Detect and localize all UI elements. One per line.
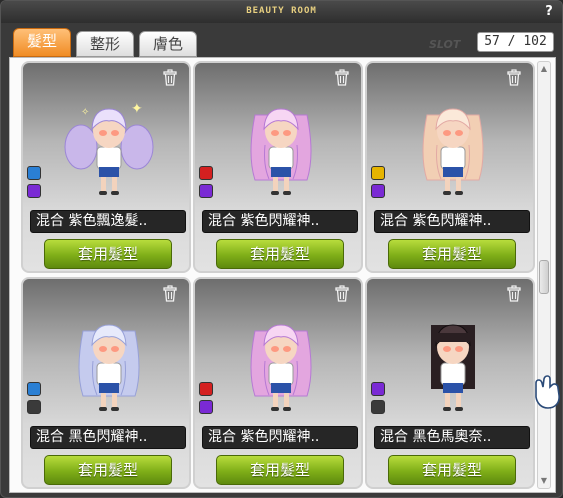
apply-hairstyle-button[interactable]: 套用髮型 [388,455,516,485]
hairstyle-name: 混合 紫色閃耀神.. [374,210,530,233]
trash-icon[interactable] [163,69,177,86]
apply-hairstyle-button[interactable]: 套用髮型 [216,239,344,269]
hairstyle-name: 混合 紫色飄逸髮.. [30,210,186,233]
window-title: BEAUTY ROOM [246,6,317,16]
character-preview [250,324,312,411]
hairstyle-card[interactable]: 混合 紫色閃耀神.. 套用髮型 [365,61,535,273]
apply-hairstyle-button[interactable]: 套用髮型 [44,239,172,269]
tab-bar: 髮型 整形 膚色 SLOT 57 / 102 [9,23,556,57]
trash-icon[interactable] [335,285,349,302]
svg-text:✧: ✧ [81,107,89,118]
trash-icon[interactable] [507,285,521,302]
hairstyle-list: ✦ ✧ 混合 紫色飄逸髮.. 套用髮型 混合 紫色閃耀神.. 套用髮型 混合 紫… [9,57,556,493]
color-swatch[interactable] [371,382,385,396]
character-preview [250,108,312,195]
color-swatch[interactable] [371,400,385,414]
color-swatch[interactable] [371,184,385,198]
trash-icon[interactable] [335,69,349,86]
scroll-thumb[interactable] [539,260,549,294]
color-swatch[interactable] [27,166,41,180]
color-swatch[interactable] [371,166,385,180]
color-swatch[interactable] [199,382,213,396]
card-grid: ✦ ✧ 混合 紫色飄逸髮.. 套用髮型 混合 紫色閃耀神.. 套用髮型 混合 紫… [21,61,543,491]
apply-hairstyle-button[interactable]: 套用髮型 [388,239,516,269]
hairstyle-card[interactable]: 混合 黑色馬奧奈.. 套用髮型 [365,277,535,489]
hairstyle-name: 混合 黑色閃耀神.. [30,426,186,449]
hairstyle-card[interactable]: 混合 紫色閃耀神.. 套用髮型 [193,61,363,273]
character-preview [78,324,140,411]
character-preview [422,108,484,195]
trash-icon[interactable] [507,69,521,86]
trash-icon[interactable] [163,285,177,302]
color-swatch[interactable] [27,400,41,414]
hairstyle-card[interactable]: 混合 紫色閃耀神.. 套用髮型 [193,277,363,489]
color-swatch[interactable] [27,184,41,198]
title-bar[interactable]: BEAUTY ROOM ? [1,1,562,23]
color-swatch[interactable] [199,166,213,180]
apply-hairstyle-button[interactable]: 套用髮型 [216,455,344,485]
pointer-hand-icon [535,375,560,409]
character-preview: ✦ ✧ [64,101,154,195]
hairstyle-card[interactable]: ✦ ✧ 混合 紫色飄逸髮.. 套用髮型 [21,61,191,273]
color-swatch[interactable] [199,400,213,414]
beauty-room-window: BEAUTY ROOM ? 髮型 整形 膚色 SLOT 57 / 102 ✦ ✧… [0,0,563,498]
tab-hairstyle[interactable]: 髮型 [13,28,71,57]
slot-label: SLOT [429,38,461,51]
hairstyle-name: 混合 黑色馬奧奈.. [374,426,530,449]
hairstyle-card[interactable]: 混合 黑色閃耀神.. 套用髮型 [21,277,191,489]
apply-hairstyle-button[interactable]: 套用髮型 [44,455,172,485]
tab-face[interactable]: 整形 [76,31,134,57]
color-swatch[interactable] [199,184,213,198]
help-button[interactable]: ? [542,4,556,20]
hairstyle-name: 混合 紫色閃耀神.. [202,426,358,449]
color-swatch[interactable] [27,382,41,396]
hairstyle-name: 混合 紫色閃耀神.. [202,210,358,233]
character-preview [431,324,475,411]
slot-count: 57 / 102 [477,32,554,52]
scroll-down-arrow[interactable]: ▼ [539,475,549,487]
tab-skin[interactable]: 膚色 [139,31,197,57]
scroll-up-arrow[interactable]: ▲ [539,63,549,75]
svg-text:✦: ✦ [131,101,143,117]
scrollbar[interactable]: ▲ ▼ [537,61,551,489]
